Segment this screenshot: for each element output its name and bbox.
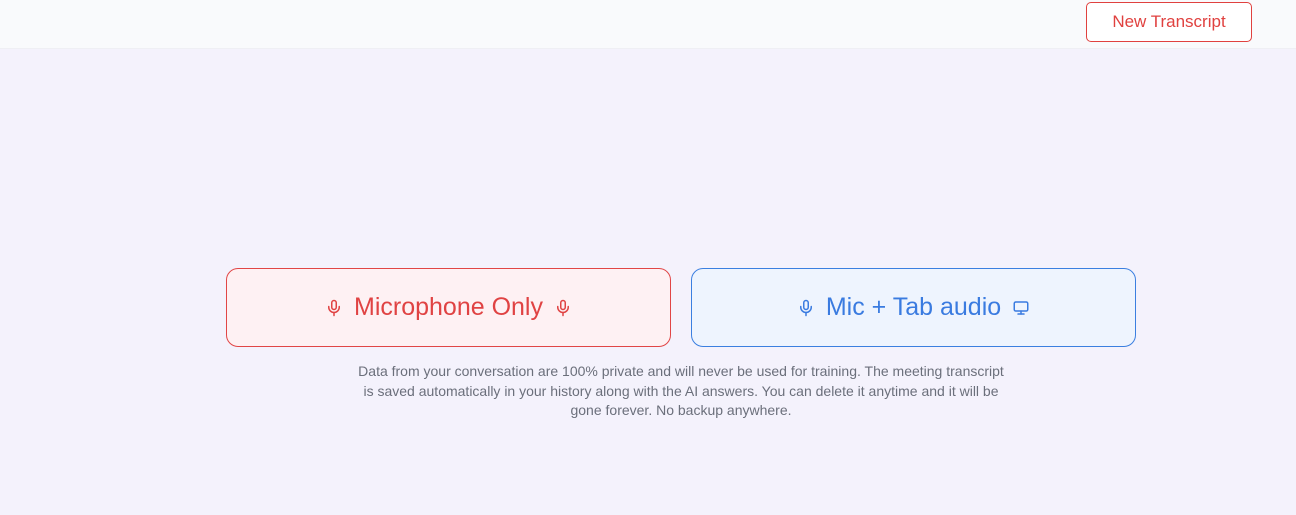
privacy-notice: Data from your conversation are 100% pri… [358, 363, 1004, 418]
monitor-icon [1011, 298, 1031, 318]
microphone-only-button[interactable]: Microphone Only [226, 268, 671, 347]
microphone-icon [324, 298, 344, 318]
mic-tab-audio-label: Mic + Tab audio [825, 293, 1002, 321]
top-bar: New Transcript [0, 0, 1296, 49]
mic-tab-audio-button[interactable]: Mic + Tab audio [691, 268, 1136, 347]
microphone-only-label: Microphone Only [354, 293, 543, 321]
microphone-icon [796, 298, 816, 318]
microphone-icon [553, 298, 573, 318]
new-transcript-button[interactable]: New Transcript [1086, 2, 1252, 42]
